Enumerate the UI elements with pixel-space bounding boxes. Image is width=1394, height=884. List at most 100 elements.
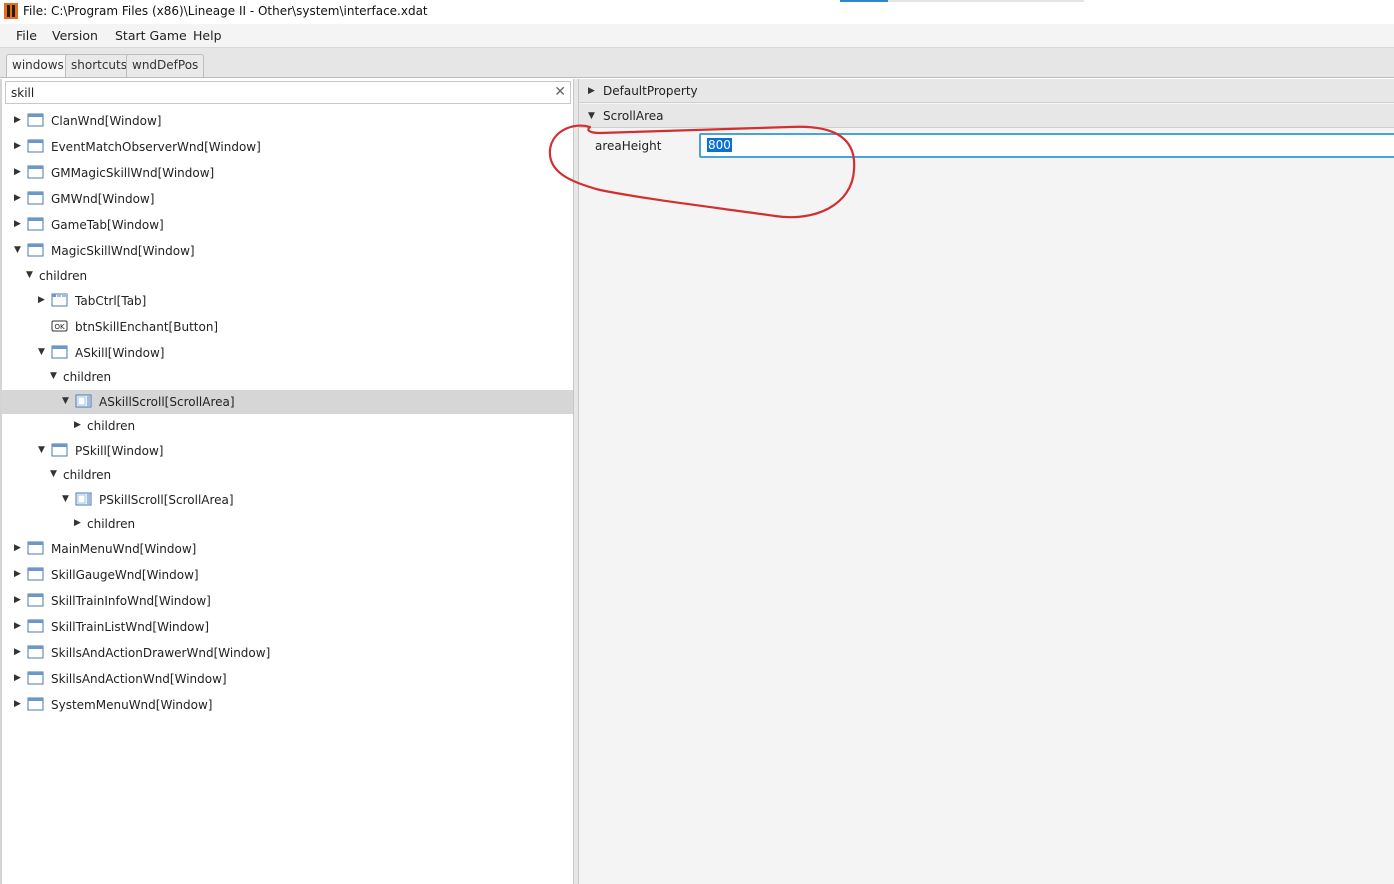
- tree-row[interactable]: ▶ GMWnd[Window]: [2, 187, 573, 211]
- chevron-right-icon[interactable]: ▶: [14, 647, 22, 657]
- chevron-down-icon[interactable]: ▼: [38, 347, 46, 357]
- area-height-label: areaHeight: [595, 139, 662, 153]
- tree-row-label: children: [63, 468, 112, 482]
- window-icon: [27, 593, 44, 607]
- chevron-right-icon[interactable]: ▶: [14, 167, 22, 177]
- chevron-down-icon: ▼: [588, 111, 595, 121]
- scrollarea-icon: [75, 394, 92, 408]
- window-icon: [27, 619, 44, 633]
- tree-row[interactable]: ▶ MainMenuWnd[Window]: [2, 537, 573, 561]
- chevron-right-icon[interactable]: ▶: [14, 115, 22, 125]
- chevron-down-icon[interactable]: ▼: [50, 371, 58, 381]
- chevron-down-icon[interactable]: ▼: [38, 445, 46, 455]
- tree-row[interactable]: ▶ ClanWnd[Window]: [2, 109, 573, 133]
- tree-row[interactable]: ▼ children: [2, 463, 573, 487]
- tree-row[interactable]: ▼ PSkill[Window]: [2, 439, 573, 463]
- tree-row[interactable]: ▶ GMMagicSkillWnd[Window]: [2, 161, 573, 185]
- tree-row-label: SkillGaugeWnd[Window]: [51, 568, 199, 582]
- tree-row-label: SkillsAndActionDrawerWnd[Window]: [51, 646, 271, 660]
- chevron-right-icon[interactable]: ▶: [14, 193, 22, 203]
- tree-row[interactable]: ▼ children: [2, 365, 573, 389]
- tree-row-label: GameTab[Window]: [51, 218, 164, 232]
- chevron-down-icon[interactable]: ▼: [26, 270, 34, 280]
- tree-row[interactable]: ▼ ASkillScroll[ScrollArea]: [2, 390, 573, 414]
- tree-row[interactable]: ▶ SkillTrainListWnd[Window]: [2, 615, 573, 639]
- chevron-right-icon[interactable]: ▶: [14, 569, 22, 579]
- tree-row-label: GMMagicSkillWnd[Window]: [51, 166, 215, 180]
- tree-row-label: children: [87, 517, 136, 531]
- tree-panel: ✕ ▶ ClanWnd[Window] ▶ EventMatchObserverWnd…: [0, 79, 573, 884]
- tree-row-label: PSkillScroll[ScrollArea]: [99, 493, 234, 507]
- chevron-right-icon[interactable]: ▶: [14, 595, 22, 605]
- tab-shortcuts[interactable]: shortcuts: [65, 54, 133, 77]
- search-input[interactable]: [11, 84, 541, 101]
- search-box: ✕: [5, 81, 571, 104]
- section-scroll-area[interactable]: ▼ ScrollArea: [579, 104, 1394, 128]
- chevron-right-icon[interactable]: ▶: [14, 219, 22, 229]
- window-icon: [27, 191, 44, 205]
- menu-version[interactable]: Version: [52, 28, 98, 43]
- tree-row-label: ASkillScroll[ScrollArea]: [99, 395, 235, 409]
- tree-row-label: GMWnd[Window]: [51, 192, 155, 206]
- section-label: DefaultProperty: [603, 84, 698, 98]
- chevron-down-icon[interactable]: ▼: [50, 469, 58, 479]
- tree-row[interactable]: ▼ PSkillScroll[ScrollArea]: [2, 488, 573, 512]
- chevron-right-icon[interactable]: ▶: [14, 699, 22, 709]
- tree-row-label: TabCtrl[Tab]: [75, 294, 147, 308]
- tree-row-label: SkillTrainInfoWnd[Window]: [51, 594, 211, 608]
- menu-start-game[interactable]: Start Game: [115, 28, 187, 43]
- tab-icon: [51, 293, 68, 307]
- tree-row-label: SkillTrainListWnd[Window]: [51, 620, 210, 634]
- tree-row-label: SystemMenuWnd[Window]: [51, 698, 213, 712]
- tree-row-label: btnSkillEnchant[Button]: [75, 320, 219, 334]
- chevron-down-icon[interactable]: ▼: [14, 245, 22, 255]
- window-icon: [27, 139, 44, 153]
- tree-row[interactable]: ▶ GameTab[Window]: [2, 213, 573, 237]
- tab-wnddefpos[interactable]: wndDefPos: [126, 54, 205, 77]
- titlebar-accent-strip: [840, 0, 888, 2]
- chevron-right-icon[interactable]: ▶: [14, 543, 22, 553]
- tree-row[interactable]: ▼ MagicSkillWnd[Window]: [2, 239, 573, 263]
- chevron-right-icon[interactable]: ▶: [74, 518, 82, 528]
- tree-row-label: MagicSkillWnd[Window]: [51, 244, 195, 258]
- chevron-right-icon[interactable]: ▶: [14, 141, 22, 151]
- tree-row[interactable]: OK btnSkillEnchant[Button]: [2, 315, 573, 339]
- tree-row[interactable]: ▶ SystemMenuWnd[Window]: [2, 693, 573, 717]
- tree-row-label: EventMatchObserverWnd[Window]: [51, 140, 261, 154]
- tree-row[interactable]: ▶ children: [2, 512, 573, 536]
- clear-search-icon[interactable]: ✕: [554, 84, 566, 100]
- menu-help[interactable]: Help: [193, 28, 222, 43]
- tree-row-label: children: [39, 269, 88, 283]
- section-default-property[interactable]: ▶ DefaultProperty: [579, 79, 1394, 103]
- tree-row[interactable]: ▶ SkillsAndActionDrawerWnd[Window]: [2, 641, 573, 665]
- chevron-right-icon[interactable]: ▶: [38, 295, 46, 305]
- window-icon: [27, 567, 44, 581]
- window-icon: [27, 697, 44, 711]
- tree-row[interactable]: ▶ children: [2, 414, 573, 438]
- menu-file[interactable]: File: [16, 28, 37, 43]
- tree-row-label: children: [63, 370, 112, 384]
- property-panel: ▶ DefaultProperty ▼ ScrollArea areaHeigh…: [579, 79, 1394, 884]
- area-height-value: 800: [707, 138, 732, 152]
- window-icon: [27, 671, 44, 685]
- tree-row[interactable]: ▶ SkillGaugeWnd[Window]: [2, 563, 573, 587]
- tree-row[interactable]: ▼ children: [2, 264, 573, 288]
- tree-row-label: ClanWnd[Window]: [51, 114, 162, 128]
- tree-row-label: SkillsAndActionWnd[Window]: [51, 672, 227, 686]
- scrollarea-icon: [75, 492, 92, 506]
- chevron-down-icon[interactable]: ▼: [62, 494, 70, 504]
- window-icon: [27, 217, 44, 231]
- tree-row[interactable]: ▶ TabCtrl[Tab]: [2, 289, 573, 313]
- chevron-right-icon[interactable]: ▶: [14, 621, 22, 631]
- chevron-right-icon[interactable]: ▶: [14, 673, 22, 683]
- chevron-down-icon[interactable]: ▼: [62, 396, 70, 406]
- tab-windows[interactable]: windows: [6, 54, 70, 77]
- tree-row[interactable]: ▶ SkillTrainInfoWnd[Window]: [2, 589, 573, 613]
- tree-row[interactable]: ▶ SkillsAndActionWnd[Window]: [2, 667, 573, 691]
- chevron-right-icon: ▶: [588, 86, 595, 96]
- area-height-input[interactable]: 800: [699, 133, 1394, 158]
- window-icon: [27, 113, 44, 127]
- tree-row[interactable]: ▼ ASkill[Window]: [2, 341, 573, 365]
- chevron-right-icon[interactable]: ▶: [74, 420, 82, 430]
- tree-row[interactable]: ▶ EventMatchObserverWnd[Window]: [2, 135, 573, 159]
